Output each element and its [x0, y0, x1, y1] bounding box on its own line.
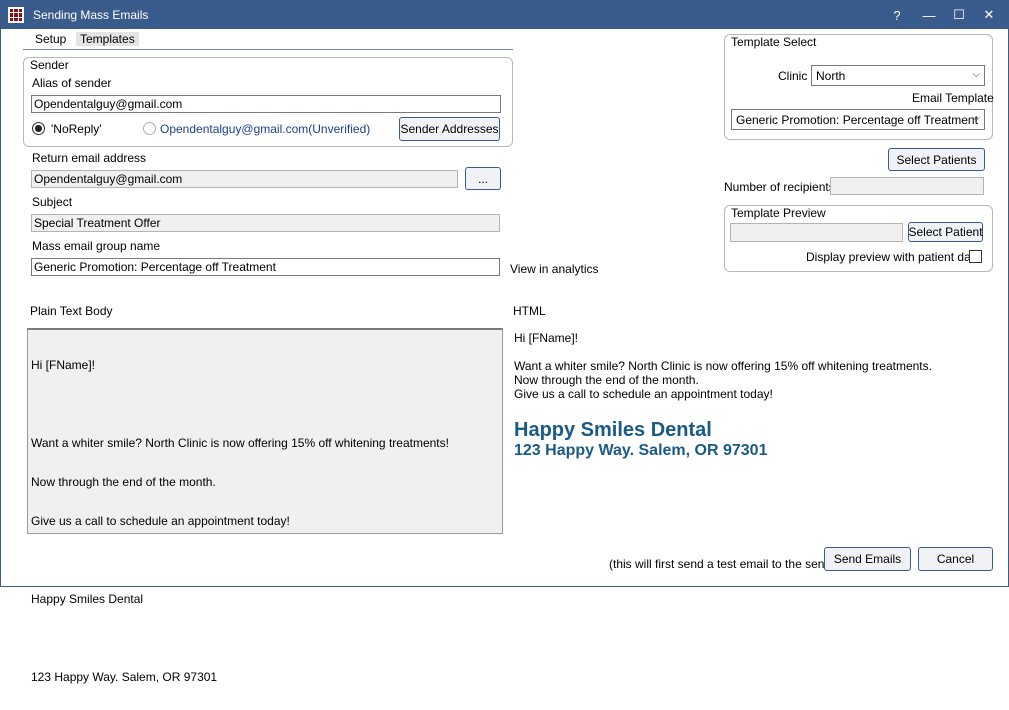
select-patient-button[interactable]: Select Patient [908, 222, 983, 242]
html-line: Hi [FName]! [514, 331, 579, 345]
plain-text-body[interactable]: Hi [FName]! Want a whiter smile? North C… [27, 328, 503, 684]
group-name-field[interactable]: Generic Promotion: Percentage off Treatm… [31, 258, 500, 276]
html-heading: Happy Smiles Dental [514, 419, 712, 441]
html-label: HTML [513, 304, 546, 318]
minimize-icon[interactable]: — [914, 1, 944, 29]
recipients-label: Number of recipients [724, 180, 835, 194]
close-icon[interactable]: ✕ [974, 1, 1004, 29]
display-preview-label: Display preview with patient data [806, 250, 981, 264]
group-name-label: Mass email group name [32, 239, 161, 253]
html-address: 123 Happy Way. Salem, OR 97301 [514, 442, 768, 459]
noreply-radio-label: 'NoReply' [51, 122, 102, 136]
sender-group-title: Sender [30, 58, 69, 72]
plain-text-line: Hi [FName]! [31, 358, 96, 372]
return-email-label: Return email address [32, 151, 147, 165]
plain-text-line: 123 Happy Way. Salem, OR 97301 [31, 670, 218, 684]
preview-patient-field[interactable] [730, 223, 903, 242]
alias-field[interactable]: Opendentalguy@gmail.com [31, 95, 501, 113]
alias-label: Alias of sender [32, 76, 112, 90]
html-line [514, 345, 982, 359]
maximize-icon[interactable]: ☐ [944, 1, 974, 29]
chevron-down-icon: ⌵ [972, 69, 980, 80]
test-email-note: (this will first send a test email to th… [609, 557, 846, 571]
help-icon[interactable]: ? [882, 1, 912, 29]
send-emails-button[interactable]: Send Emails [824, 547, 911, 571]
menu-bar: Setup Templates [23, 28, 513, 50]
subject-field[interactable]: Special Treatment Offer [31, 214, 500, 232]
email-template-select[interactable]: Generic Promotion: Percentage off Treatm… [731, 109, 985, 130]
sender-addresses-button[interactable]: Sender Addresses [399, 117, 500, 141]
plain-text-line [31, 554, 499, 567]
html-line: Want a whiter smile? North Clinic is now… [514, 359, 932, 373]
html-line: Give us a call to schedule an appointmen… [514, 387, 773, 401]
plain-text-line: Want a whiter smile? North Clinic is now… [31, 436, 449, 450]
plain-text-line: Happy Smiles Dental [31, 592, 144, 606]
plain-text-line [31, 632, 499, 645]
return-email-field[interactable]: Opendentalguy@gmail.com [31, 170, 458, 188]
plain-text-label: Plain Text Body [30, 304, 113, 318]
menu-templates[interactable]: Templates [76, 32, 139, 46]
clinic-select-value: North [816, 69, 846, 83]
plain-text-line [31, 398, 499, 411]
window-title: Sending Mass Emails [33, 8, 149, 22]
mass-email-window: Sending Mass Emails ? — ☐ ✕ Setup Templa… [0, 0, 1009, 684]
email-template-label: Email Template [912, 91, 994, 105]
template-preview-title: Template Preview [731, 206, 826, 220]
template-select-title: Template Select [731, 35, 817, 49]
plain-text-line: Now through the end of the month. [31, 475, 216, 489]
cancel-button[interactable]: Cancel [918, 547, 993, 571]
sender-address-radio[interactable] [143, 122, 156, 135]
html-line: Now through the end of the month. [514, 373, 699, 387]
chevron-down-icon: ⌵ [972, 113, 980, 124]
title-bar: Sending Mass Emails ? — ☐ ✕ [1, 1, 1008, 29]
menu-setup[interactable]: Setup [35, 32, 66, 46]
clinic-label: Clinic [778, 69, 808, 83]
browse-return-email-button[interactable]: ... [465, 167, 501, 190]
view-in-analytics-link[interactable]: View in analytics [510, 262, 599, 276]
email-template-select-value: Generic Promotion: Percentage off Treatm… [736, 113, 978, 127]
recipients-field[interactable] [830, 177, 984, 195]
app-grid-icon [8, 7, 24, 23]
html-preview-pane[interactable]: Hi [FName]! Want a whiter smile? North C… [508, 326, 988, 534]
clinic-select[interactable]: North ⌵ [811, 65, 985, 86]
sender-address-radio-label: Opendentalguy@gmail.com(Unverified) [160, 122, 371, 136]
select-patients-button[interactable]: Select Patients [888, 148, 985, 171]
noreply-radio[interactable] [32, 122, 45, 135]
subject-label: Subject [32, 195, 73, 209]
display-preview-checkbox[interactable] [969, 250, 982, 263]
plain-text-line: Give us a call to schedule an appointmen… [31, 514, 290, 528]
